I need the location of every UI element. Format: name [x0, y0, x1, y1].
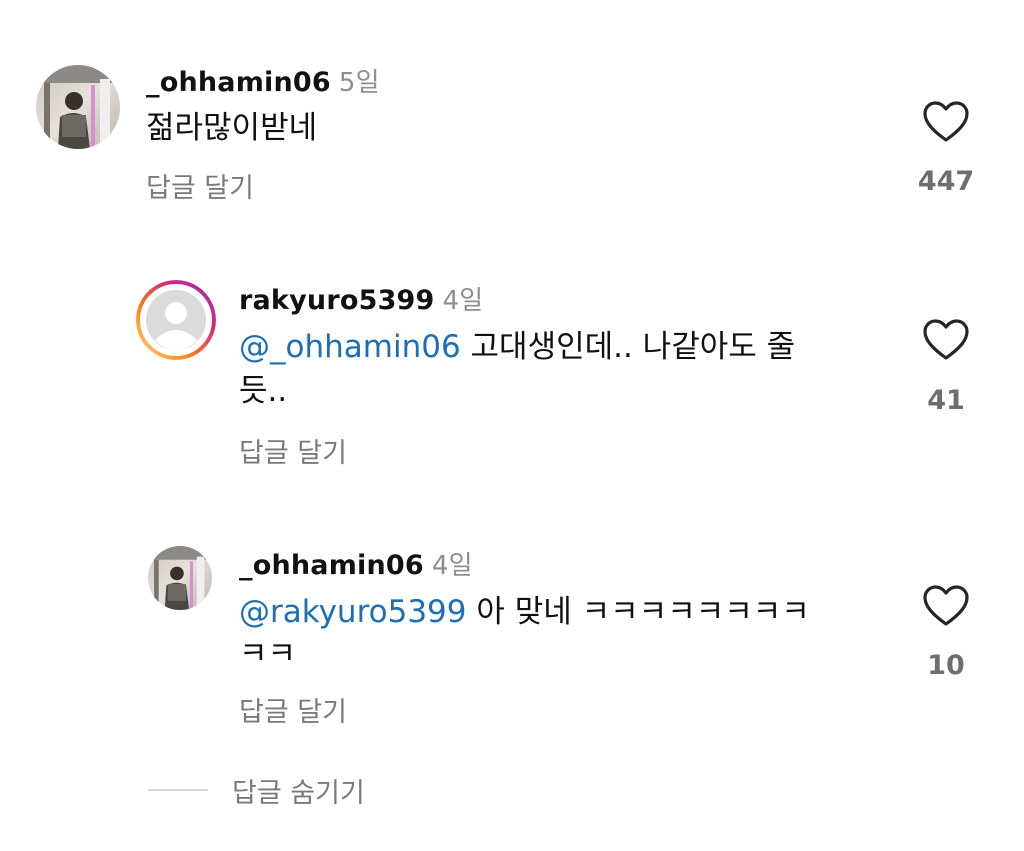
- heart-outline-icon[interactable]: [922, 584, 970, 628]
- comment-time: 4일: [431, 551, 473, 581]
- hide-replies-button[interactable]: 답글 숨기기: [232, 771, 365, 810]
- default-avatar-icon: [136, 280, 216, 360]
- divider-line: [148, 789, 208, 791]
- comment-username[interactable]: rakyuro5399 4일: [239, 280, 483, 317]
- like-count[interactable]: 41: [906, 385, 986, 416]
- comment-text-continued: 듯..: [239, 373, 288, 409]
- comment-body: 젊라많이받네: [146, 110, 318, 146]
- comment-time: 5일: [338, 68, 380, 98]
- comment-text: @_ohhamin06 고대생인데.. 나같아도 줄: [239, 325, 795, 369]
- comment-time: 4일: [442, 286, 484, 316]
- heart-outline-icon[interactable]: [922, 318, 970, 362]
- profile-photo-icon: [36, 65, 120, 149]
- profile-photo-icon: [148, 546, 212, 610]
- mention-link[interactable]: @_ohhamin06: [239, 329, 461, 365]
- like-count[interactable]: 10: [906, 650, 986, 681]
- comment-username[interactable]: _ohhamin06 5일: [146, 62, 380, 99]
- comment-body: 아 맞네 ㅋㅋㅋㅋㅋㅋㅋㅋ: [466, 594, 810, 630]
- comment-text-continued: ㅋㅋ: [239, 636, 297, 672]
- comment-username[interactable]: _ohhamin06 4일: [239, 545, 473, 582]
- avatar[interactable]: [136, 280, 216, 360]
- comment-body: 고대생인데.. 나같아도 줄: [460, 329, 796, 365]
- username-text[interactable]: _ohhamin06: [239, 550, 424, 581]
- heart-outline-icon[interactable]: [922, 100, 970, 144]
- mention-link[interactable]: @rakyuro5399: [239, 594, 467, 630]
- username-text[interactable]: rakyuro5399: [239, 285, 435, 316]
- reply-button[interactable]: 답글 달기: [239, 431, 347, 470]
- avatar[interactable]: [36, 65, 120, 149]
- comment-text: @rakyuro5399 아 맞네 ㅋㅋㅋㅋㅋㅋㅋㅋ: [239, 590, 810, 634]
- avatar[interactable]: [148, 546, 212, 610]
- comment-text: 젊라많이받네: [146, 106, 317, 150]
- reply-button[interactable]: 답글 달기: [146, 166, 254, 205]
- reply-button[interactable]: 답글 달기: [239, 690, 347, 729]
- username-text[interactable]: _ohhamin06: [146, 67, 331, 98]
- like-count[interactable]: 447: [906, 166, 986, 197]
